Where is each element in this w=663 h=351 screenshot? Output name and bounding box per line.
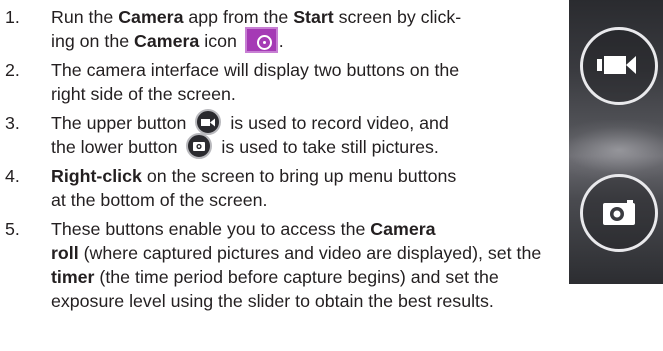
video-camera-icon [597, 56, 636, 74]
text-run: . [278, 31, 284, 51]
text-run: ing on the [51, 31, 135, 51]
step-line: the lower button is used to take still p… [51, 133, 449, 160]
step-number: 5. [5, 219, 20, 239]
text-run: the lower button [51, 137, 183, 157]
step-text: The camera interface will display two bu… [51, 58, 459, 106]
text-run: app from the [183, 7, 294, 27]
text-run: is used to record video, and [225, 113, 449, 133]
step-number: 2. [5, 60, 20, 80]
take-photo-button[interactable] [580, 174, 658, 252]
text-run: (where captured pictures and video are d… [78, 243, 542, 263]
step-text: Right-click on the screen to bring up me… [51, 164, 456, 212]
step-text: Run the Camera app from the Start screen… [51, 5, 461, 54]
bold-term: Right-click [51, 166, 142, 186]
bold-term: Camera [118, 7, 184, 27]
step-text: The upper button is used to record video… [51, 109, 449, 160]
bold-term: Start [293, 7, 334, 27]
text-run: on the screen to bring up menu buttons [141, 166, 457, 186]
background-haze [569, 120, 663, 180]
record-video-button[interactable] [580, 27, 658, 105]
text-run: icon [199, 31, 242, 51]
video-camera-icon [195, 109, 222, 136]
step-line: Run the Camera app from the Start screen… [51, 5, 461, 29]
step-text: These buttons enable you to access the C… [51, 217, 541, 313]
step-line: timer (the time period before capture be… [51, 265, 541, 289]
step-number: 3. [5, 113, 20, 133]
step-number: 1. [5, 7, 20, 27]
step-line: These buttons enable you to access the C… [51, 217, 541, 241]
step-line: exposure level using the slider to obtai… [51, 291, 494, 311]
still-camera-icon [603, 200, 635, 225]
step-line: ing on the Camera icon . [51, 27, 461, 54]
camera-interface-image [569, 0, 663, 284]
camera-app-icon [244, 27, 278, 54]
step-number: 4. [5, 166, 20, 186]
text-run: Run the [51, 7, 119, 27]
step-line: The upper button is used to record video… [51, 109, 449, 136]
bold-term: roll [51, 243, 79, 263]
still-camera-icon [186, 133, 213, 160]
text-run: These buttons enable you to access the [51, 219, 371, 239]
step-line: right side of the screen. [51, 84, 236, 104]
bold-term: timer [51, 267, 95, 287]
text-run: The upper button [51, 113, 192, 133]
text-run: is used to take still pictures. [216, 137, 439, 157]
step-line: roll (where captured pictures and video … [51, 241, 541, 265]
step-line: at the bottom of the screen. [51, 190, 268, 210]
bold-term: Camera [134, 31, 200, 51]
text-run: screen by click- [333, 7, 462, 27]
step-line: The camera interface will display two bu… [51, 60, 460, 80]
text-run: (the time period before capture begins) … [94, 267, 499, 287]
bold-term: Camera [370, 219, 436, 239]
step-line: Right-click on the screen to bring up me… [51, 164, 456, 188]
